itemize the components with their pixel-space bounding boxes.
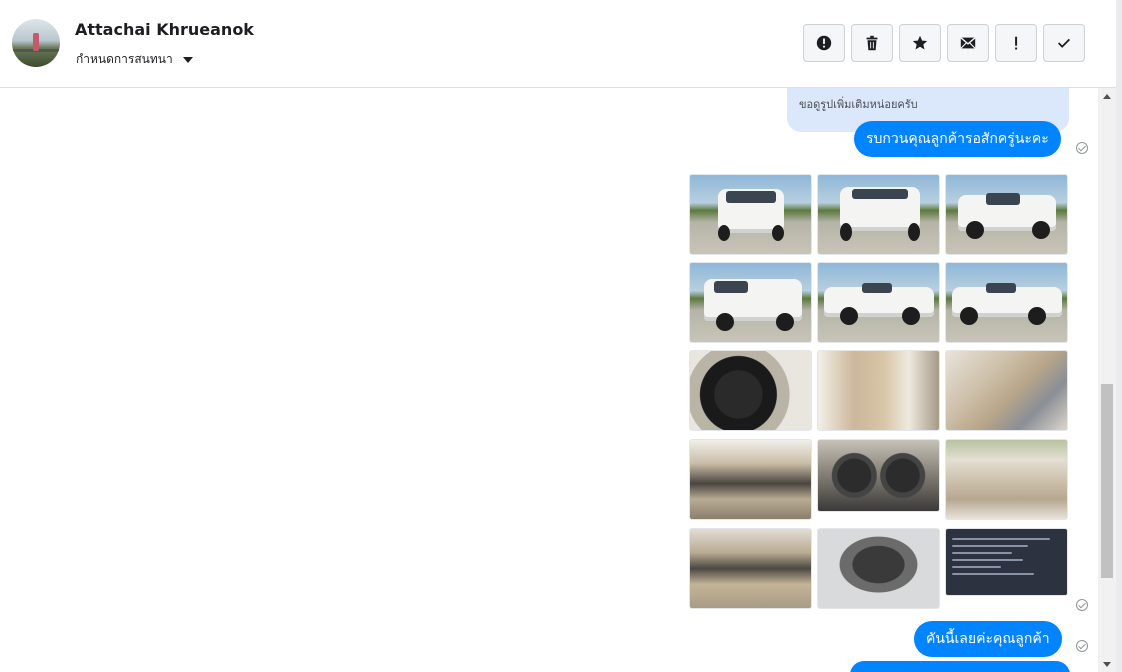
message-scrollbar[interactable] xyxy=(1098,88,1116,672)
contact-name[interactable]: Attachai Khrueanok xyxy=(75,20,254,39)
car-front-side-photo[interactable] xyxy=(945,174,1068,255)
messenger-app: Attachai Khrueanok กำหนดการสนทนา ขอดูรูป… xyxy=(0,0,1122,672)
rear-seats-photo[interactable] xyxy=(945,439,1068,520)
star-icon xyxy=(912,35,928,50)
engine-photo[interactable] xyxy=(817,528,940,609)
follow-up-button[interactable] xyxy=(995,24,1037,62)
dashboard-photo[interactable] xyxy=(689,439,812,520)
message-thread[interactable]: ขอดูรูปเพิ่มเติมหน่อยครับ รบกวนคุณลูกค้า… xyxy=(0,88,1098,672)
conversation-header: Attachai Khrueanok กำหนดการสนทนา xyxy=(0,0,1116,88)
gauge-cluster-photo[interactable] xyxy=(817,439,940,512)
scrollbar-thumb[interactable] xyxy=(1101,384,1113,578)
sent-status-icon xyxy=(1076,640,1088,652)
message-bubble-partial[interactable] xyxy=(850,661,1070,672)
message-bubble[interactable]: รบกวนคุณลูกค้ารอสักครู่นะคะ xyxy=(854,121,1061,157)
exclamation-icon xyxy=(1015,36,1018,50)
arrow-down-icon xyxy=(1103,661,1111,667)
delete-button[interactable] xyxy=(851,24,893,62)
action-toolbar xyxy=(803,24,1085,62)
car-rear-photo[interactable] xyxy=(817,174,940,255)
mark-unread-button[interactable] xyxy=(947,24,989,62)
check-icon xyxy=(1057,38,1071,48)
assign-conversation-dropdown[interactable]: กำหนดการสนทนา xyxy=(76,50,193,69)
car-front-photo[interactable] xyxy=(689,174,812,255)
car-side-2-photo[interactable] xyxy=(945,262,1068,343)
message-bubble[interactable]: คันนี้เลยค่ะคุณลูกค้า xyxy=(914,621,1062,657)
star-button[interactable] xyxy=(899,24,941,62)
trash-icon xyxy=(866,35,878,51)
arrow-up-icon xyxy=(1103,93,1111,99)
car-side-photo[interactable] xyxy=(817,262,940,343)
sent-status-icon xyxy=(1076,599,1088,611)
cabin-photo[interactable] xyxy=(689,528,812,609)
door-panel-photo[interactable] xyxy=(817,350,940,431)
caret-down-icon xyxy=(182,56,193,63)
scroll-down-button[interactable] xyxy=(1098,656,1116,672)
scroll-up-button[interactable] xyxy=(1098,88,1116,104)
wheel-photo[interactable] xyxy=(689,350,812,431)
mark-spam-button[interactable] xyxy=(803,24,845,62)
assign-conversation-label: กำหนดการสนทนา xyxy=(76,52,173,66)
avatar-figure-shape xyxy=(33,33,39,51)
alert-circle-icon xyxy=(816,35,832,51)
mark-done-button[interactable] xyxy=(1043,24,1085,62)
avatar[interactable] xyxy=(12,19,60,67)
sent-status-icon xyxy=(1076,142,1088,154)
document-screenshot-photo[interactable] xyxy=(945,528,1068,596)
envelope-icon xyxy=(960,37,976,49)
car-rear-side-photo[interactable] xyxy=(689,262,812,343)
window-edge xyxy=(1116,0,1122,672)
front-seats-photo[interactable] xyxy=(945,350,1068,431)
